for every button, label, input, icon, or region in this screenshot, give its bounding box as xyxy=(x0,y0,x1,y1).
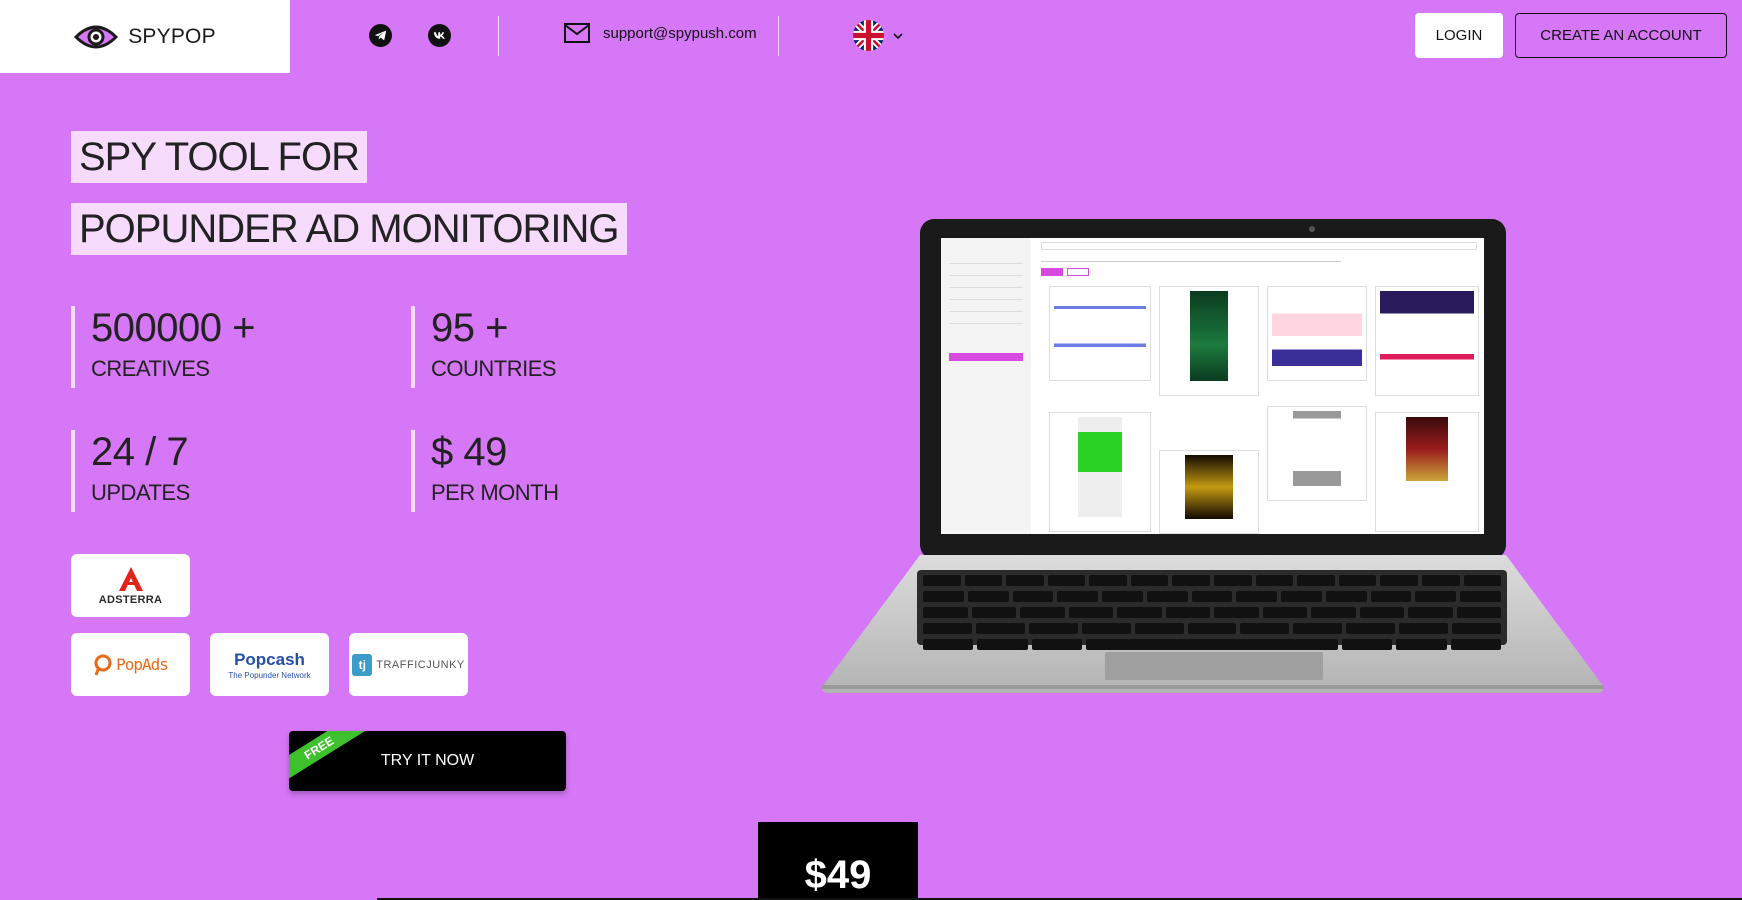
popads-label: PopAds xyxy=(116,655,169,674)
stat-creatives: 500000 + CREATIVES xyxy=(71,306,255,388)
stat-label: UPDATES xyxy=(91,480,190,505)
chevron-down-icon xyxy=(893,32,903,39)
popcash-label: Popcash xyxy=(234,649,305,669)
adsterra-label: ADSTERRA xyxy=(98,593,163,606)
preview-button xyxy=(1041,268,1063,276)
login-button[interactable]: LOGIN xyxy=(1415,13,1503,58)
network-trafficjunky[interactable]: tj TRAFFICJUNKY xyxy=(349,633,468,696)
language-selector[interactable] xyxy=(853,20,904,51)
laptop-illustration xyxy=(822,215,1604,715)
preview-card xyxy=(1375,286,1479,396)
app-preview-screen xyxy=(941,238,1484,534)
stat-label: PER MONTH xyxy=(431,480,559,505)
stat-label: COUNTRIES xyxy=(431,356,557,381)
try-it-now-button[interactable]: FREE TRY IT NOW xyxy=(289,731,566,791)
trafficjunky-label: TRAFFICJUNKY xyxy=(376,658,465,671)
stat-value: 24 / 7 xyxy=(91,430,189,474)
adsterra-logo-icon xyxy=(118,566,143,591)
free-ribbon: FREE xyxy=(289,731,367,783)
trafficjunky-logo-icon: tj xyxy=(352,653,373,676)
create-account-button[interactable]: CREATE AN ACCOUNT xyxy=(1515,13,1727,58)
price-tag: $49 xyxy=(758,822,918,900)
preview-card xyxy=(1159,286,1259,396)
keyboard xyxy=(917,570,1507,650)
trackpad xyxy=(1105,652,1323,680)
eye-logo-icon xyxy=(74,25,119,48)
preview-toolbar xyxy=(1041,242,1477,250)
popcash-sublabel: The Popunder Network xyxy=(228,670,311,680)
vk-icon xyxy=(433,32,445,39)
stat-value: 95 + xyxy=(431,306,508,350)
logo[interactable]: SPYPOP xyxy=(0,0,290,73)
preview-card xyxy=(1049,412,1151,532)
network-adsterra[interactable]: ADSTERRA xyxy=(71,554,190,617)
preview-sidebar xyxy=(941,238,1031,534)
stat-countries: 95 + COUNTRIES xyxy=(411,306,557,388)
stat-price: $ 49 PER MONTH xyxy=(411,430,559,512)
stat-label: CREATIVES xyxy=(91,356,210,381)
popads-logo-icon xyxy=(94,654,112,676)
stat-updates: 24 / 7 UPDATES xyxy=(71,430,190,512)
support-email-link[interactable]: support@spypush.com xyxy=(563,22,757,44)
preview-card xyxy=(1159,450,1259,534)
network-popcash[interactable]: Popcash The Popunder Network xyxy=(210,633,329,696)
preview-card xyxy=(1267,406,1367,501)
hero-title-line2: POPUNDER AD MONITORING xyxy=(71,203,627,255)
hero-title-line1: SPY TOOL FOR xyxy=(71,131,367,183)
vk-link[interactable] xyxy=(428,24,451,47)
preview-button xyxy=(1067,268,1089,276)
camera-icon xyxy=(1309,226,1315,232)
support-email: support@spypush.com xyxy=(603,24,757,42)
preview-card xyxy=(1049,286,1151,381)
telegram-icon xyxy=(374,30,387,41)
preview-filters xyxy=(1041,255,1341,262)
stat-value: 500000 + xyxy=(91,306,255,350)
telegram-link[interactable] xyxy=(369,24,392,47)
network-popads[interactable]: PopAds xyxy=(71,633,190,696)
header-divider xyxy=(498,16,499,56)
stat-value: $ 49 xyxy=(431,430,507,474)
preview-card xyxy=(1267,286,1367,381)
try-it-now-label: TRY IT NOW xyxy=(380,752,475,769)
header-divider xyxy=(778,16,779,56)
uk-flag-icon xyxy=(853,20,884,51)
brand-name: SPYPOP xyxy=(128,24,216,48)
laptop-lid xyxy=(920,219,1506,559)
preview-card xyxy=(1375,412,1479,532)
mail-icon xyxy=(564,23,590,43)
